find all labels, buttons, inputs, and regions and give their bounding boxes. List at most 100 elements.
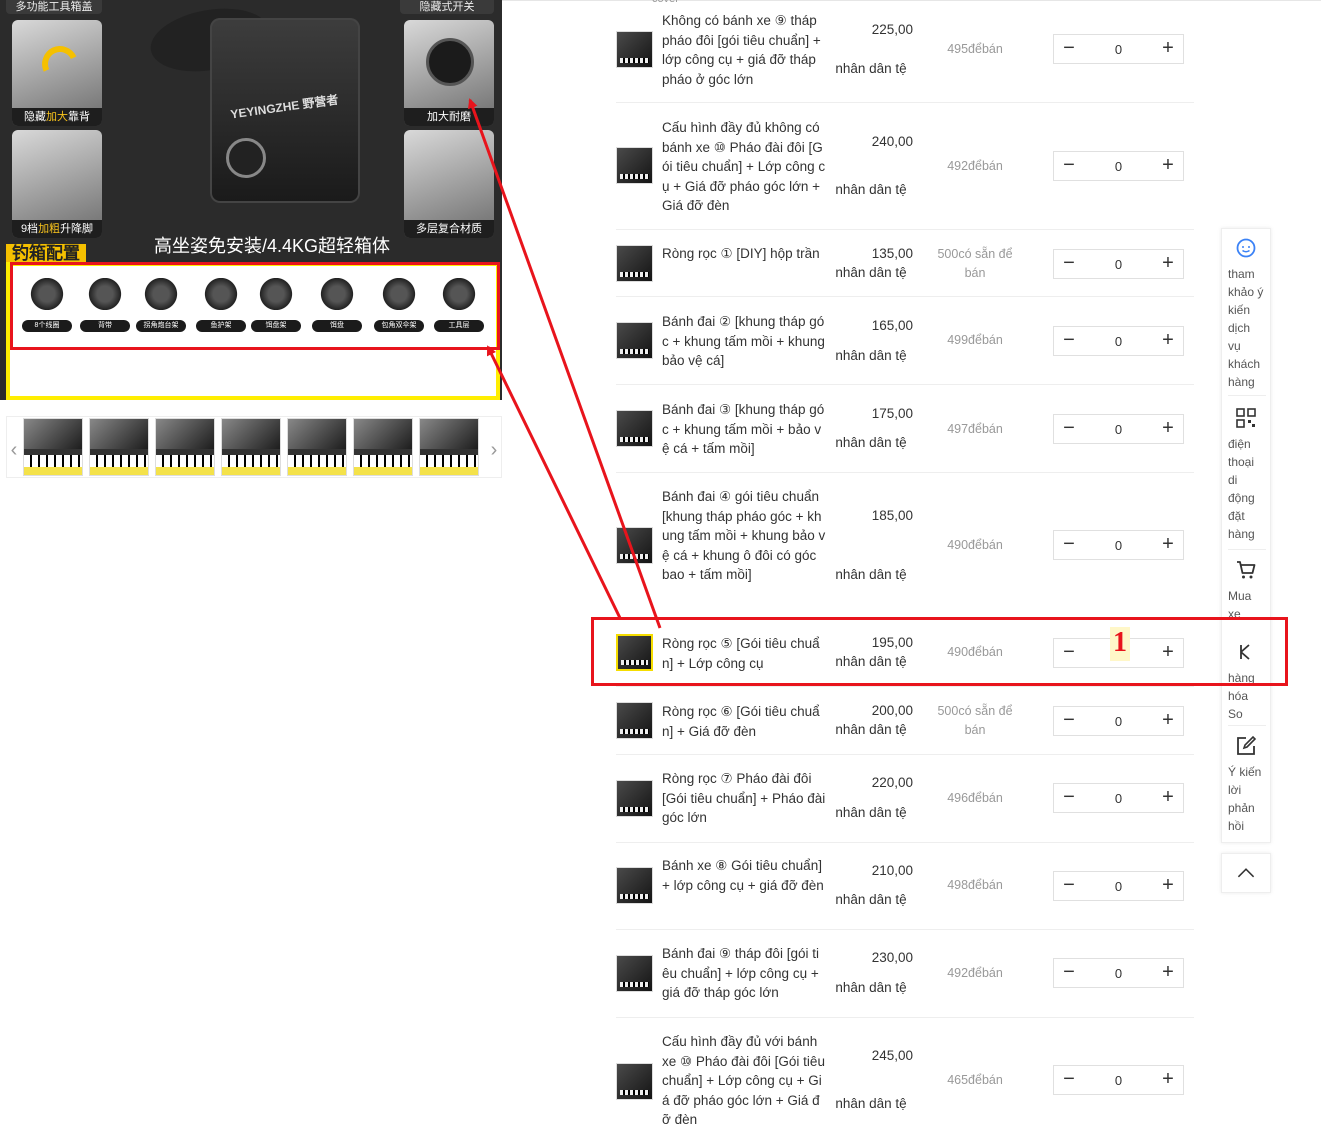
quantity-input[interactable] [1084, 784, 1153, 812]
quantity-input[interactable] [1084, 531, 1153, 559]
red-annotation-box-accessories [10, 262, 500, 350]
feature-caption-wear: 加大耐磨 [404, 108, 494, 126]
sku-thumbnail[interactable] [616, 867, 653, 904]
annotation-number: 1 [1110, 627, 1130, 661]
quantity-input[interactable] [1084, 959, 1153, 987]
floating-service-sidebar: tham khảo ý kiến dịch vụ khách hàng điện… [1221, 228, 1271, 843]
quantity-stepper: − + [1053, 530, 1184, 560]
decrease-button[interactable]: − [1054, 707, 1084, 735]
thumbnail[interactable] [287, 418, 347, 476]
sku-currency: nhân dân tệ [835, 348, 907, 363]
sku-thumbnail[interactable] [616, 955, 653, 992]
qr-code-icon [1236, 408, 1256, 428]
sidebar-divider [1228, 725, 1266, 726]
quantity-input[interactable] [1084, 152, 1153, 180]
quantity-stepper: − + [1053, 151, 1184, 181]
feature-card-backrest: 隐藏加大靠背 [12, 20, 102, 126]
sku-row: Bánh đai ② [khung tháp góc + khung tấm m… [616, 297, 1194, 385]
thumbnail[interactable] [353, 418, 413, 476]
decrease-button[interactable]: − [1054, 1066, 1084, 1094]
mobile-order-button[interactable]: điện thoại di động đặt hàng [1222, 407, 1270, 543]
decrease-button[interactable]: − [1054, 531, 1084, 559]
thumbnail[interactable] [419, 418, 479, 476]
decrease-button[interactable]: − [1054, 250, 1084, 278]
sku-thumbnail[interactable] [616, 410, 653, 447]
decrease-button[interactable]: − [1054, 35, 1084, 63]
decrease-button[interactable]: − [1054, 959, 1084, 987]
quantity-input[interactable] [1084, 415, 1153, 443]
quantity-input[interactable] [1084, 327, 1153, 355]
thumbnail[interactable] [221, 418, 281, 476]
increase-button[interactable]: + [1153, 327, 1183, 355]
thumbnail[interactable] [89, 418, 149, 476]
sku-price: 210,00 [871, 863, 913, 878]
sku-name: Không có bánh xe ⑨ tháp pháo đôi [gói ti… [662, 13, 821, 87]
increase-button[interactable]: + [1153, 959, 1183, 987]
sku-row: Cấu hình đầy đủ không có bánh xe ⑩ Pháo … [616, 103, 1194, 230]
customer-service-button[interactable]: tham khảo ý kiến dịch vụ khách hàng [1222, 237, 1270, 391]
increase-button[interactable]: + [1153, 531, 1183, 559]
sku-price: 220,00 [871, 775, 913, 790]
quantity-input[interactable] [1084, 250, 1153, 278]
sku-thumbnail[interactable] [616, 780, 653, 817]
increase-button[interactable]: + [1153, 872, 1183, 900]
increase-button[interactable]: + [1153, 35, 1183, 63]
sku-currency: nhân dân tệ [835, 567, 907, 582]
sku-stock: 498đểbán [947, 878, 1003, 892]
sku-thumbnail[interactable] [616, 245, 653, 282]
sku-price: 200,00 [871, 703, 913, 718]
sku-price: 175,00 [871, 406, 913, 421]
sku-name: Ròng rọc ⑦ Pháo đài đôi [Gói tiêu chuẩn]… [662, 771, 826, 825]
sku-price: 225,00 [871, 22, 913, 37]
quantity-input[interactable] [1084, 35, 1153, 63]
cart-button[interactable]: Mua xe [1222, 559, 1270, 623]
sku-thumbnail[interactable] [616, 702, 653, 739]
sku-row: Bánh đai ⑨ tháp đôi [gói tiêu chuẩn] + l… [616, 930, 1194, 1018]
curved-arrow-icon [36, 40, 84, 88]
increase-button[interactable]: + [1153, 250, 1183, 278]
thumbnail[interactable] [155, 418, 215, 476]
sku-currency: nhân dân tệ [835, 1096, 907, 1111]
sku-currency: nhân dân tệ [835, 182, 907, 197]
sku-stock: 496đểbán [947, 791, 1003, 805]
sku-price: 245,00 [871, 1048, 913, 1063]
quantity-input[interactable] [1084, 707, 1153, 735]
quantity-stepper: − + [1053, 958, 1184, 988]
sku-stock: 500có sẵn để bán [937, 247, 1013, 280]
increase-button[interactable]: + [1153, 707, 1183, 735]
sku-currency: nhân dân tệ [835, 265, 907, 280]
chevron-up-icon [1237, 868, 1255, 878]
quantity-input[interactable] [1084, 1066, 1153, 1094]
decrease-button[interactable]: − [1054, 784, 1084, 812]
feedback-button[interactable]: Ý kiến lời phản hồi [1222, 735, 1270, 835]
sku-name: Bánh đai ③ [khung tháp góc + khung tấm m… [662, 402, 825, 456]
sku-thumbnail[interactable] [616, 147, 653, 184]
feature-label-switch: 隐藏式开关 [400, 0, 494, 14]
increase-button[interactable]: + [1153, 152, 1183, 180]
sku-row: Không có bánh xe ⑨ tháp pháo đôi [gói ti… [616, 0, 1194, 103]
increase-button[interactable]: + [1153, 415, 1183, 443]
increase-button[interactable]: + [1153, 1066, 1183, 1094]
thumbnail-prev-arrow[interactable]: ‹ [7, 440, 21, 461]
sku-thumbnail[interactable] [616, 1063, 653, 1100]
back-to-top-button[interactable] [1221, 853, 1271, 893]
sku-stock: 497đểbán [947, 422, 1003, 436]
feature-caption-backrest: 隐藏加大靠背 [12, 108, 102, 126]
decrease-button[interactable]: − [1054, 327, 1084, 355]
decrease-button[interactable]: − [1054, 152, 1084, 180]
decrease-button[interactable]: − [1054, 872, 1084, 900]
sku-thumbnail[interactable] [616, 31, 653, 68]
quantity-input[interactable] [1084, 872, 1153, 900]
sidebar-divider [1228, 549, 1266, 550]
sku-thumbnail[interactable] [616, 322, 653, 359]
thumbnail[interactable] [23, 418, 83, 476]
sku-thumbnail[interactable] [616, 527, 653, 564]
increase-button[interactable]: + [1153, 784, 1183, 812]
decrease-button[interactable]: − [1054, 415, 1084, 443]
quantity-stepper: − + [1053, 249, 1184, 279]
sku-row: Bánh đai ④ gói tiêu chuẩn [khung tháp ph… [616, 473, 1194, 618]
sku-name: Cấu hình đầy đủ không có bánh xe ⑩ Pháo … [662, 120, 826, 213]
brand-logo-text: YEYINGZHE 野营者 [229, 92, 340, 122]
feedback-icon [1237, 735, 1257, 755]
thumbnail-next-arrow[interactable]: › [487, 440, 501, 461]
